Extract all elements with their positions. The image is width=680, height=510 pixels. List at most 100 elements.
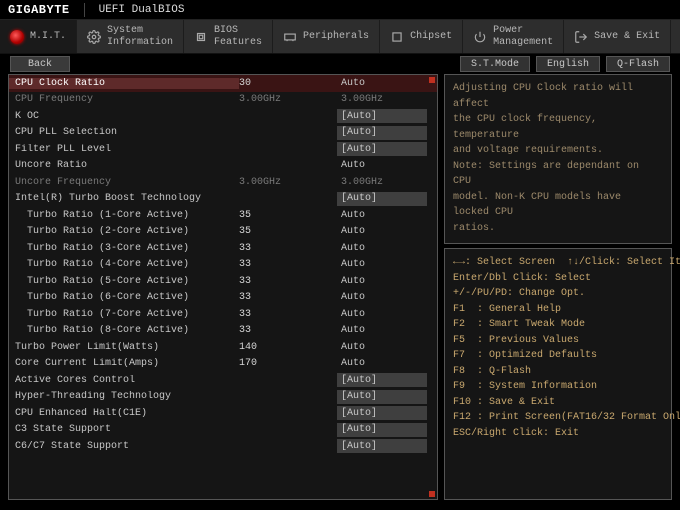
setting-label: CPU PLL Selection <box>9 127 239 138</box>
setting-row[interactable]: Turbo Ratio (1-Core Active)35Auto <box>9 207 437 224</box>
setting-auto[interactable]: Auto <box>337 226 427 237</box>
setting-auto[interactable]: [Auto] <box>337 423 427 437</box>
tab-label: Chipset <box>410 31 452 43</box>
setting-label: Turbo Ratio (5-Core Active) <box>9 276 239 287</box>
setting-auto[interactable]: 3.00GHz <box>337 177 427 188</box>
setting-label: C3 State Support <box>9 424 239 435</box>
legend-line: F9 : System Information <box>453 379 663 395</box>
setting-label: Turbo Ratio (7-Core Active) <box>9 309 239 320</box>
setting-row[interactable]: CPU Clock Ratio30Auto <box>9 75 437 92</box>
tab-system-information[interactable]: System Information <box>77 20 184 53</box>
legend-line: F1 : General Help <box>453 302 663 318</box>
help-text: Adjusting CPU Clock ratio will affect <box>453 81 663 112</box>
record-icon <box>10 30 24 44</box>
key-legend-panel: ←→: Select Screen ↑↓/Click: Select ItemE… <box>444 248 672 500</box>
setting-value: 30 <box>239 78 337 89</box>
setting-row[interactable]: CPU Frequency3.00GHz3.00GHz <box>9 92 437 109</box>
setting-auto[interactable]: Auto <box>337 276 427 287</box>
setting-row[interactable]: Turbo Ratio (5-Core Active)33Auto <box>9 273 437 290</box>
setting-value: 170 <box>239 358 337 369</box>
setting-value: 33 <box>239 292 337 303</box>
back-button[interactable]: Back <box>10 56 70 72</box>
setting-row[interactable]: CPU Enhanced Halt(C1E)[Auto] <box>9 405 437 422</box>
peripherals-icon <box>283 30 297 44</box>
setting-auto[interactable]: Auto <box>337 358 427 369</box>
setting-auto[interactable]: [Auto] <box>337 109 427 123</box>
setting-row[interactable]: Active Cores Control[Auto] <box>9 372 437 389</box>
tab-peripherals[interactable]: Peripherals <box>273 20 380 53</box>
setting-auto[interactable]: Auto <box>337 342 427 353</box>
scroll-up-marker[interactable] <box>429 77 435 83</box>
main-area: CPU Clock Ratio30AutoCPU Frequency3.00GH… <box>0 74 680 506</box>
tab-label: Save & Exit <box>594 31 660 43</box>
help-text: Note: Settings are dependant on CPU <box>453 159 663 190</box>
header-separator <box>84 3 85 17</box>
legend-line: F5 : Previous Values <box>453 333 663 349</box>
setting-auto[interactable]: [Auto] <box>337 126 427 140</box>
legend-line: F8 : Q-Flash <box>453 364 663 380</box>
legend-line: Enter/Dbl Click: Select <box>453 271 663 287</box>
tab-label: M.I.T. <box>30 31 66 43</box>
setting-auto[interactable]: [Auto] <box>337 373 427 387</box>
setting-row[interactable]: Turbo Ratio (4-Core Active)33Auto <box>9 257 437 274</box>
top-action-bar: Back S.T.Mode English Q-Flash <box>0 54 680 74</box>
setting-value: 3.00GHz <box>239 177 337 188</box>
setting-auto[interactable]: Auto <box>337 78 427 89</box>
setting-auto[interactable]: [Auto] <box>337 142 427 156</box>
setting-row[interactable]: Filter PLL Level [Auto] <box>9 141 437 158</box>
legend-line: ←→: Select Screen ↑↓/Click: Select Item <box>453 255 663 271</box>
setting-value: 33 <box>239 309 337 320</box>
setting-auto[interactable]: Auto <box>337 160 427 171</box>
setting-label: Hyper-Threading Technology <box>9 391 239 402</box>
setting-row[interactable]: Turbo Ratio (8-Core Active)33Auto <box>9 323 437 340</box>
setting-row[interactable]: Turbo Ratio (3-Core Active)33Auto <box>9 240 437 257</box>
setting-row[interactable]: Turbo Power Limit(Watts)140Auto <box>9 339 437 356</box>
setting-value: 140 <box>239 342 337 353</box>
setting-row[interactable]: Intel(R) Turbo Boost Technology[Auto] <box>9 191 437 208</box>
setting-row[interactable]: Turbo Ratio (6-Core Active)33Auto <box>9 290 437 307</box>
tab-chipset[interactable]: Chipset <box>380 20 463 53</box>
setting-auto[interactable]: Auto <box>337 292 427 303</box>
setting-row[interactable]: CPU PLL Selection [Auto] <box>9 125 437 142</box>
setting-auto[interactable]: Auto <box>337 309 427 320</box>
scroll-down-marker[interactable] <box>429 491 435 497</box>
tab-power-management[interactable]: Power Management <box>463 20 564 53</box>
setting-row[interactable]: Core Current Limit(Amps)170Auto <box>9 356 437 373</box>
setting-value: 3.00GHz <box>239 94 337 105</box>
setting-auto[interactable]: Auto <box>337 325 427 336</box>
right-column: Adjusting CPU Clock ratio will affect th… <box>444 74 672 500</box>
tab-save-exit[interactable]: Save & Exit <box>564 20 671 53</box>
setting-row[interactable]: Uncore Frequency3.00GHz3.00GHz <box>9 174 437 191</box>
setting-row[interactable]: Hyper-Threading Technology [Auto] <box>9 389 437 406</box>
setting-auto[interactable]: 3.00GHz <box>337 94 427 105</box>
power-icon <box>473 30 487 44</box>
setting-row[interactable]: Turbo Ratio (7-Core Active)33Auto <box>9 306 437 323</box>
qflash-button[interactable]: Q-Flash <box>606 56 670 72</box>
legend-line: F2 : Smart Tweak Mode <box>453 317 663 333</box>
setting-row[interactable]: K OC[Auto] <box>9 108 437 125</box>
language-button[interactable]: English <box>536 56 600 72</box>
setting-row[interactable]: Turbo Ratio (2-Core Active)35Auto <box>9 224 437 241</box>
setting-row[interactable]: C3 State Support [Auto] <box>9 422 437 439</box>
setting-auto[interactable]: Auto <box>337 243 427 254</box>
setting-auto[interactable]: [Auto] <box>337 192 427 206</box>
setting-row[interactable]: C6/C7 State Support[Auto] <box>9 438 437 455</box>
chip-icon <box>194 30 208 44</box>
setting-auto[interactable]: [Auto] <box>337 406 427 420</box>
legend-line: ESC/Right Click: Exit <box>453 426 663 442</box>
chipset-icon <box>390 30 404 44</box>
setting-auto[interactable]: [Auto] <box>337 390 427 404</box>
setting-auto[interactable]: Auto <box>337 210 427 221</box>
tab-bios-features[interactable]: BIOS Features <box>184 20 273 53</box>
setting-auto[interactable]: Auto <box>337 259 427 270</box>
legend-line: F12 : Print Screen(FAT16/32 Format Only) <box>453 410 663 426</box>
setting-label: CPU Frequency <box>9 94 239 105</box>
tab-label: System Information <box>107 25 173 48</box>
st-mode-button[interactable]: S.T.Mode <box>460 56 530 72</box>
setting-label: Filter PLL Level <box>9 144 239 155</box>
header-bar: GIGABYTE UEFI DualBIOS <box>0 0 680 20</box>
setting-row[interactable]: Uncore RatioAuto <box>9 158 437 175</box>
setting-auto[interactable]: [Auto] <box>337 439 427 453</box>
tab-mit[interactable]: M.I.T. <box>0 20 77 53</box>
bios-title: UEFI DualBIOS <box>99 4 185 16</box>
